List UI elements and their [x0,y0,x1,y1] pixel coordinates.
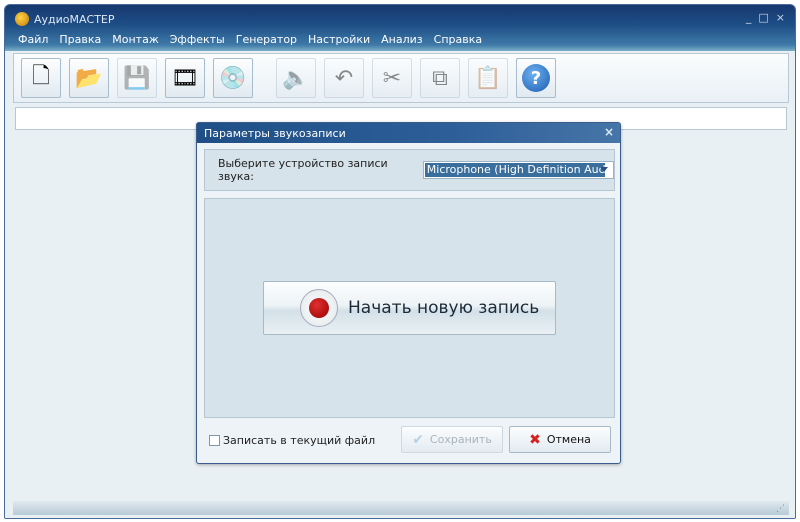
video-add-button[interactable]: 🎞 [165,58,205,98]
window-title: АудиоМАСТЕР [34,12,115,26]
device-select[interactable]: Microphone (High Definition Aud [422,161,614,179]
help-icon: ? [522,64,550,92]
save-icon: 💾 [123,65,151,91]
cancel-label: Отмена [546,433,591,446]
open-folder-button[interactable]: 📂 [69,58,109,98]
checkbox-icon[interactable] [209,435,220,446]
close-button[interactable]: × [776,11,785,24]
save-label: Сохранить [429,433,492,446]
checkbox-label: Записать в текущий файл [223,434,376,447]
menu-item[interactable]: Эффекты [170,33,225,46]
new-file-button[interactable]: 🗋 [21,58,61,98]
minimize-button[interactable]: _ [746,11,752,24]
undo-icon: ↶ [334,65,354,91]
maximize-button[interactable]: □ [758,11,768,24]
menu-item[interactable]: Монтаж [112,33,158,46]
device-select-value: Microphone (High Definition Aud [424,163,605,177]
menu-item[interactable]: Правка [59,33,101,46]
speaker-volume-icon: 🔈 [282,65,310,91]
undo-button[interactable]: ↶ [324,58,364,98]
cut-button[interactable]: ✂ [372,58,412,98]
record-icon [300,289,338,327]
paste-icon: 📋 [474,65,502,91]
start-recording-button[interactable]: Начать новую запись [263,281,556,335]
cd-music-icon: 💿 [219,65,247,91]
menu-item[interactable]: Настройки [308,33,370,46]
speaker-volume-button[interactable]: 🔈 [276,58,316,98]
resize-grip-icon[interactable]: ⋰ [776,504,785,514]
record-to-current-file-checkbox[interactable]: Записать в текущий файл [209,434,375,447]
recording-dialog: Параметры звукозаписи × Выберите устройс… [196,122,621,464]
video-add-icon: 🎞 [171,65,199,91]
toolbar: 🗋 📂 💾 🎞 💿 🔈 ↶ ✂ ⧉ 📋? [13,53,789,103]
save-button[interactable]: ✔ Сохранить [401,426,503,453]
cut-icon: ✂ [382,65,402,91]
cross-icon: ✖ [529,431,541,448]
chevron-down-icon[interactable] [600,167,608,172]
paste-button[interactable]: 📋 [468,58,508,98]
help-button[interactable]: ? [516,58,556,98]
device-panel: Выберите устройство записи звука: Microp… [204,149,615,191]
menu-item[interactable]: Файл [18,33,48,46]
dialog-close-button[interactable]: × [604,125,614,139]
start-recording-label: Начать новую запись [348,298,540,318]
menu-item[interactable]: Анализ [381,33,423,46]
menu-bar: Файл Правка Монтаж Эффекты Генератор Настройк… [18,33,482,46]
open-folder-icon: 📂 [75,65,103,91]
title-bar: АудиоМАСТЕР [15,12,115,26]
app-logo-icon [15,12,29,26]
copy-button[interactable]: ⧉ [420,58,460,98]
dialog-title: Параметры звукозаписи [204,127,346,140]
copy-icon: ⧉ [432,65,448,91]
new-file-icon: 🗋 [32,64,50,89]
status-bar: ⋰ [13,501,789,515]
device-label: Выберите устройство записи звука: [218,157,388,183]
save-button[interactable]: 💾 [117,58,157,98]
checkmark-icon: ✔ [412,431,424,448]
menu-item[interactable]: Справка [434,33,482,46]
cancel-button[interactable]: ✖ Отмена [509,426,611,453]
record-panel: Начать новую запись [204,198,615,418]
menu-item[interactable]: Генератор [236,33,297,46]
cd-music-button[interactable]: 💿 [213,58,253,98]
